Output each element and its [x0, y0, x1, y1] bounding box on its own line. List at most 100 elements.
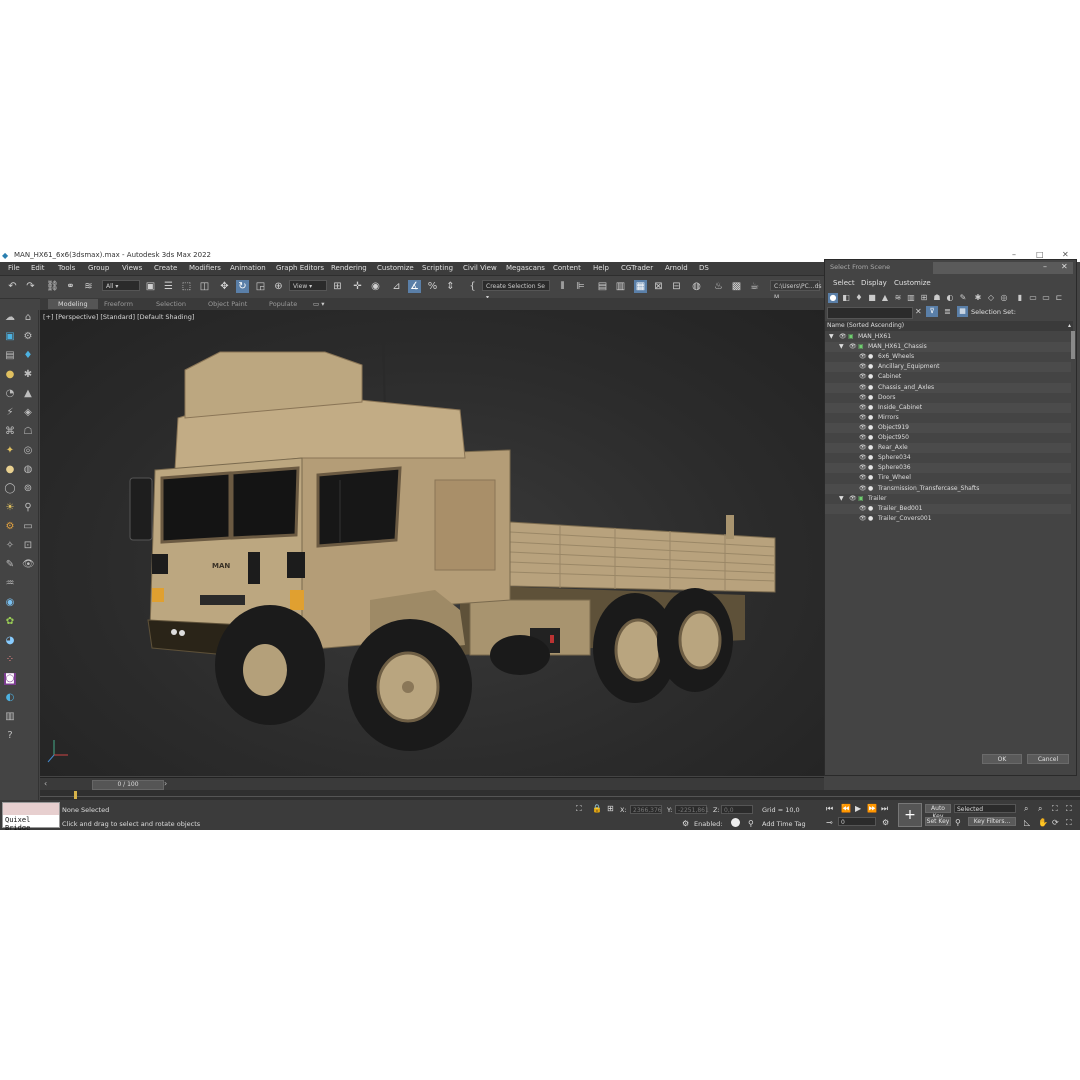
menu-file[interactable]: File [8, 264, 20, 272]
field-of-view-icon[interactable]: ◺ [1024, 818, 1030, 827]
dialog-close-icon[interactable]: ✕ [1061, 262, 1068, 271]
filter-none-icon[interactable]: ◎ [999, 293, 1009, 303]
visibility-eye-icon[interactable]: 👁 [859, 433, 867, 443]
key-filter-icon[interactable]: ⚲ [955, 818, 961, 827]
visibility-eye-icon[interactable]: 👁 [859, 453, 867, 463]
named-selection-dropdown[interactable]: Create Selection Se ▾ [482, 280, 550, 301]
filter-lights-icon[interactable]: ♦ [854, 293, 864, 303]
menu-customize[interactable]: Customize [377, 264, 414, 272]
scene-tree-row[interactable]: 👁 ● Ancillary_Equipment [825, 362, 1071, 373]
render-icon[interactable]: ☕ [748, 280, 761, 293]
visibility-eye-icon[interactable]: 👁 [849, 494, 857, 504]
scene-tree-row[interactable]: 👁 ● Rear_Axle [825, 443, 1071, 454]
filter-all-icon[interactable]: ◇ [986, 293, 996, 303]
go-to-start-icon[interactable]: ⏮ [826, 804, 833, 814]
visibility-eye-icon[interactable]: 👁 [859, 514, 867, 524]
menu-scripting[interactable]: Scripting [422, 264, 453, 272]
menu-ds[interactable]: DS [699, 264, 709, 272]
ok-button[interactable]: OK [982, 754, 1022, 764]
visibility-eye-icon[interactable]: 👁 [859, 473, 867, 483]
dialog-menu-display[interactable]: Display [861, 279, 887, 287]
visibility-eye-icon[interactable]: 👁 [859, 383, 867, 393]
time-tag-icon[interactable]: ⚲ [748, 819, 754, 828]
expand-arrow-icon[interactable]: ▼ [829, 332, 834, 342]
next-frame-icon[interactable]: › [164, 779, 167, 788]
clear-search-icon[interactable]: ✕ [915, 307, 922, 316]
visibility-eye-icon[interactable]: 👁 [859, 362, 867, 372]
visibility-eye-icon[interactable]: 👁 [839, 332, 847, 342]
rotate-icon[interactable]: ↻ [236, 280, 249, 293]
curve-editor-icon[interactable]: ⊠ [652, 280, 665, 293]
find-case-icon[interactable]: ⊽ [926, 306, 938, 317]
menu-modifiers[interactable]: Modifiers [189, 264, 221, 272]
visibility-eye-icon[interactable]: 👁 [859, 443, 867, 453]
scene-tree-row[interactable]: 👁 ● Trailer_Covers001 [825, 514, 1071, 524]
scene-tree-row[interactable]: ▼ 👁 ▣ MAN_HX61_Chassis [825, 342, 1071, 353]
time-marker[interactable] [74, 791, 77, 799]
pivot-icon[interactable]: ⊞ [331, 280, 344, 293]
space-warp-icon[interactable]: ⚡ [4, 407, 16, 419]
layer-explorer-icon[interactable]: ▥ [614, 280, 627, 293]
bone-icon[interactable]: ⌘ [4, 426, 16, 438]
window-crossing-icon[interactable]: ◫ [198, 280, 211, 293]
filter-geometry-icon[interactable]: ● [828, 293, 838, 303]
tab-selection[interactable]: Selection [156, 300, 186, 308]
save-icon[interactable]: ▥ [4, 711, 16, 723]
scene-tree-row[interactable]: 👁 ● Sphere034 [825, 453, 1071, 463]
current-frame-field[interactable]: 0 [838, 817, 876, 826]
column-header[interactable]: Name (Sorted Ascending) ▴ [825, 321, 1073, 331]
scale-icon[interactable]: ◲ [254, 280, 267, 293]
enabled-toggle[interactable] [731, 818, 740, 827]
render-setup-icon[interactable]: ♨ [712, 280, 725, 293]
auto-key-button[interactable]: Auto Key [925, 804, 951, 820]
prev-frame-icon[interactable]: ‹ [44, 779, 47, 788]
close-icon[interactable]: ✕ [1062, 250, 1069, 259]
truck-model[interactable] [40, 310, 824, 776]
menu-graph-editors[interactable]: Graph Editors [276, 264, 324, 272]
viewport-perspective[interactable]: [+] [Perspective] [Standard] [Default Sh… [40, 310, 824, 776]
reference-coordinate-dropdown[interactable]: View ▾ [289, 280, 327, 291]
menu-content[interactable]: Content [553, 264, 581, 272]
scene-tree-row[interactable]: 👁 ● Transmission_Transfercase_Shafts [825, 483, 1071, 494]
sparkle-icon[interactable]: ✧ [4, 540, 16, 552]
zoom-extents-icon[interactable]: ⛶ [1052, 804, 1058, 814]
x-coordinate-field[interactable]: 2366,376 [630, 805, 662, 814]
layers-icon[interactable]: ≣ [944, 307, 951, 316]
percent-snap-icon[interactable]: % [426, 280, 439, 293]
toggle-ribbon-icon[interactable]: ▦ [634, 280, 647, 293]
pan-icon[interactable]: ✋ [1038, 818, 1048, 827]
hierarchy-icon[interactable]: ▣ [4, 331, 16, 343]
gear-icon[interactable]: ⚙ [4, 521, 16, 533]
panel-icon[interactable]: ▭ [22, 521, 34, 533]
visibility-eye-icon[interactable]: 👁 [849, 342, 857, 352]
time-slider[interactable]: 0 / 100 [92, 780, 164, 790]
bind-space-warp-icon[interactable]: ≋ [82, 280, 95, 293]
cone-icon[interactable]: ▲ [22, 388, 34, 400]
tab-object-paint[interactable]: Object Paint [208, 300, 247, 308]
selection-filter-dropdown[interactable]: All ▾ [102, 280, 140, 291]
scene-tree-row[interactable]: ▼ 👁 ▣ Trailer [825, 494, 1071, 504]
lock-selection-icon[interactable]: 🔒 [592, 804, 602, 813]
scene-tree-row[interactable]: 👁 ● 6x6_Wheels [825, 352, 1071, 362]
z-coordinate-field[interactable]: 0,0 [721, 805, 753, 814]
filter-frozen-icon[interactable]: ✎ [958, 293, 968, 303]
selection-set-dropdown[interactable]: Selected [954, 804, 1016, 813]
angle-snap-icon[interactable]: ∡ [408, 280, 421, 293]
script-icon[interactable]: ◐ [4, 692, 16, 704]
sphere-icon[interactable]: ● [4, 464, 16, 476]
undo-icon[interactable]: ↶ [6, 280, 19, 293]
visibility-eye-icon[interactable]: 👁 [859, 372, 867, 382]
play-icon[interactable]: ▶ [855, 804, 861, 813]
key-filters-button[interactable]: Key Filters... [968, 817, 1016, 826]
visibility-eye-icon[interactable]: 👁 [859, 504, 867, 514]
visibility-eye-icon[interactable]: 👁 [859, 413, 867, 423]
placement-icon[interactable]: ⊕ [272, 280, 285, 293]
light-icon[interactable]: ♦ [22, 350, 34, 362]
camera-icon[interactable]: ◔ [4, 388, 16, 400]
display-icon[interactable]: ▤ [4, 350, 16, 362]
leaf-icon[interactable]: ✿ [4, 616, 16, 628]
set-key-button[interactable]: Set Key [925, 817, 951, 826]
maximize-viewport-icon[interactable]: ⛶ [1066, 818, 1072, 828]
spinner-snap-icon[interactable]: ⇕ [444, 280, 457, 293]
zoom-all-icon[interactable]: ⌕ [1038, 804, 1042, 814]
